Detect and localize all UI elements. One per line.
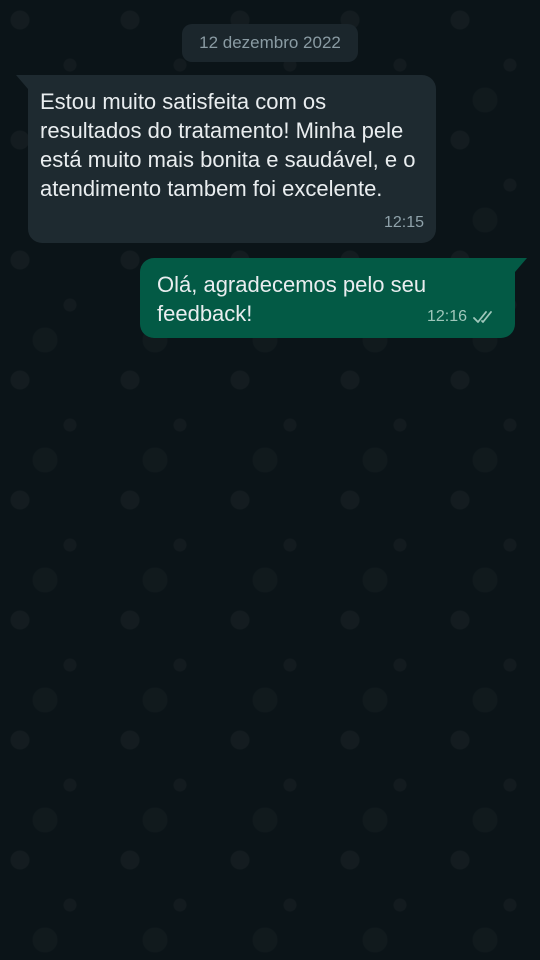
- incoming-message-meta: 12:15: [384, 208, 424, 237]
- incoming-message[interactable]: Estou muito satisfeita com os resultados…: [28, 75, 436, 243]
- incoming-message-text: Estou muito satisfeita com os resultados…: [40, 89, 416, 201]
- date-separator: 12 dezembro 2022: [182, 24, 358, 62]
- outgoing-message-time: 12:16: [426, 308, 467, 325]
- outgoing-message-meta: 12:16: [427, 302, 499, 331]
- incoming-message-time: 12:15: [383, 214, 424, 231]
- outgoing-message[interactable]: Olá, agradecemos pelo seu feedback! 12:1…: [140, 258, 515, 338]
- date-label: 12 dezembro 2022: [199, 33, 341, 52]
- double-check-icon: [473, 310, 492, 323]
- incoming-bubble-tail: [16, 75, 28, 89]
- outgoing-bubble-tail: [515, 258, 527, 272]
